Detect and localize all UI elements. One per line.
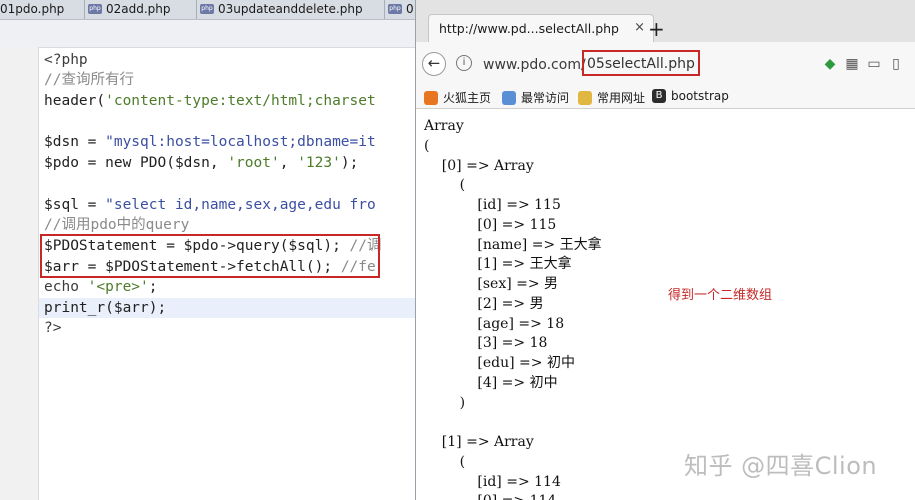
editor-tab-bar: 01pdo.php php 02add.php php 03updateanddel…: [0, 0, 415, 20]
editor-tab-label: 0: [406, 2, 414, 16]
reader-view-icon[interactable]: ▭: [864, 56, 884, 72]
output-line: [age] => 18: [424, 315, 565, 332]
output-line: [3] => 18: [424, 335, 548, 352]
output-line: [0] => Array: [424, 157, 534, 174]
shield-icon[interactable]: ◆: [820, 56, 840, 72]
navigation-bar: ← i www.pdo.com/ 05selectAll.php ◆ ▦ ▭ ▯: [416, 42, 915, 87]
browser-tab-title: http://www.pd...selectAll.php: [439, 21, 619, 36]
output-line: ): [424, 394, 466, 411]
code-line: $pdo = new PDO($dsn, 'root', '123');: [44, 155, 359, 171]
code-line: $dsn = "mysql:host=localhost;dbname=it: [44, 134, 376, 150]
new-tab-button[interactable]: +: [648, 17, 665, 41]
watermark: 知乎 @四喜Clion: [684, 452, 878, 480]
output-line: [edu] => 初中: [424, 355, 575, 371]
code-line: $sql = "select id,name,sex,age,edu fro: [44, 197, 376, 213]
editor-toolbar: [0, 20, 415, 48]
output-line: [0] => 115: [424, 216, 557, 233]
info-icon[interactable]: i: [456, 55, 472, 71]
back-button[interactable]: ←: [422, 52, 446, 76]
output-line: [0] => 114: [424, 491, 556, 500]
sidebar-icon[interactable]: ▯: [886, 56, 906, 72]
query-fetchall-highlight-box: [40, 234, 380, 278]
code-line: print_r($arr);: [44, 300, 167, 316]
code-editor: 01pdo.php php 02add.php php 03updateanddel…: [0, 0, 415, 500]
editor-tab-01pdo[interactable]: 01pdo.php: [0, 0, 85, 19]
editor-tab-03updateanddelete[interactable]: php 03updateanddelete.php: [200, 0, 385, 19]
url-path-highlight[interactable]: 05selectAll.php: [582, 50, 700, 76]
close-icon[interactable]: ×: [634, 20, 645, 35]
bookmark-firefox-home[interactable]: 火狐主页: [424, 89, 491, 106]
code-line: ?>: [44, 320, 62, 336]
code-line: //查询所有行: [44, 72, 134, 88]
bootstrap-icon: B: [652, 88, 666, 103]
code-line: header('content-type:text/html;charset: [44, 93, 376, 109]
output-line: (: [424, 453, 466, 470]
output-line: [sex] => 男: [424, 276, 559, 292]
code-line: //调用pdo中的query: [44, 217, 190, 233]
editor-tab-02add[interactable]: php 02add.php: [88, 0, 197, 19]
output-line: (: [424, 177, 466, 194]
editor-tab-label: 02add.php: [106, 2, 171, 16]
output-line: [id] => 115: [424, 197, 561, 213]
folder-icon: [578, 90, 592, 105]
output-line: [name] => 王大拿: [424, 236, 602, 253]
php-file-icon: php: [388, 3, 402, 14]
line-number-gutter: [0, 47, 39, 500]
toolbar-icons: ◆ ▦ ▭ ▯: [820, 56, 908, 72]
firefox-icon: [424, 90, 438, 105]
bookmark-icon: [502, 90, 516, 105]
output-line: [4] => 初中: [424, 374, 558, 391]
qr-code-icon[interactable]: ▦: [842, 56, 862, 72]
annotation-text: 得到一个二维数组: [668, 288, 773, 303]
bookmark-bootstrap[interactable]: Bbootstrap: [652, 88, 729, 104]
editor-tab-label: 01pdo.php: [0, 2, 65, 16]
output-line: [id] => 114: [424, 473, 561, 490]
editor-tab-label: 03updateanddelete.php: [218, 2, 363, 16]
php-file-icon: php: [88, 3, 102, 14]
output-line: [1] => Array: [424, 434, 534, 450]
output-line: [1] => 王大拿: [424, 256, 572, 273]
url-host[interactable]: www.pdo.com/: [483, 57, 586, 73]
editor-tab-04[interactable]: php 0: [388, 0, 415, 19]
output-line: Array: [424, 118, 464, 134]
bookmark-common-sites[interactable]: 常用网址: [578, 89, 645, 106]
bookmarks-toolbar: 火狐主页 最常访问 常用网址 Bbootstrap: [416, 86, 915, 109]
bookmark-most-visited[interactable]: 最常访问: [502, 89, 569, 106]
php-file-icon: php: [200, 3, 214, 14]
browser-window: http://www.pd...selectAll.php × + ← i ww…: [415, 0, 915, 500]
code-line: echo '<pre>';: [44, 279, 158, 295]
output-line: [2] => 男: [424, 295, 544, 312]
browser-tab-active[interactable]: http://www.pd...selectAll.php ×: [428, 14, 654, 42]
browser-tab-bar: http://www.pd...selectAll.php × +: [416, 0, 915, 42]
code-line: <?php: [44, 52, 88, 68]
output-line: (: [424, 137, 430, 154]
